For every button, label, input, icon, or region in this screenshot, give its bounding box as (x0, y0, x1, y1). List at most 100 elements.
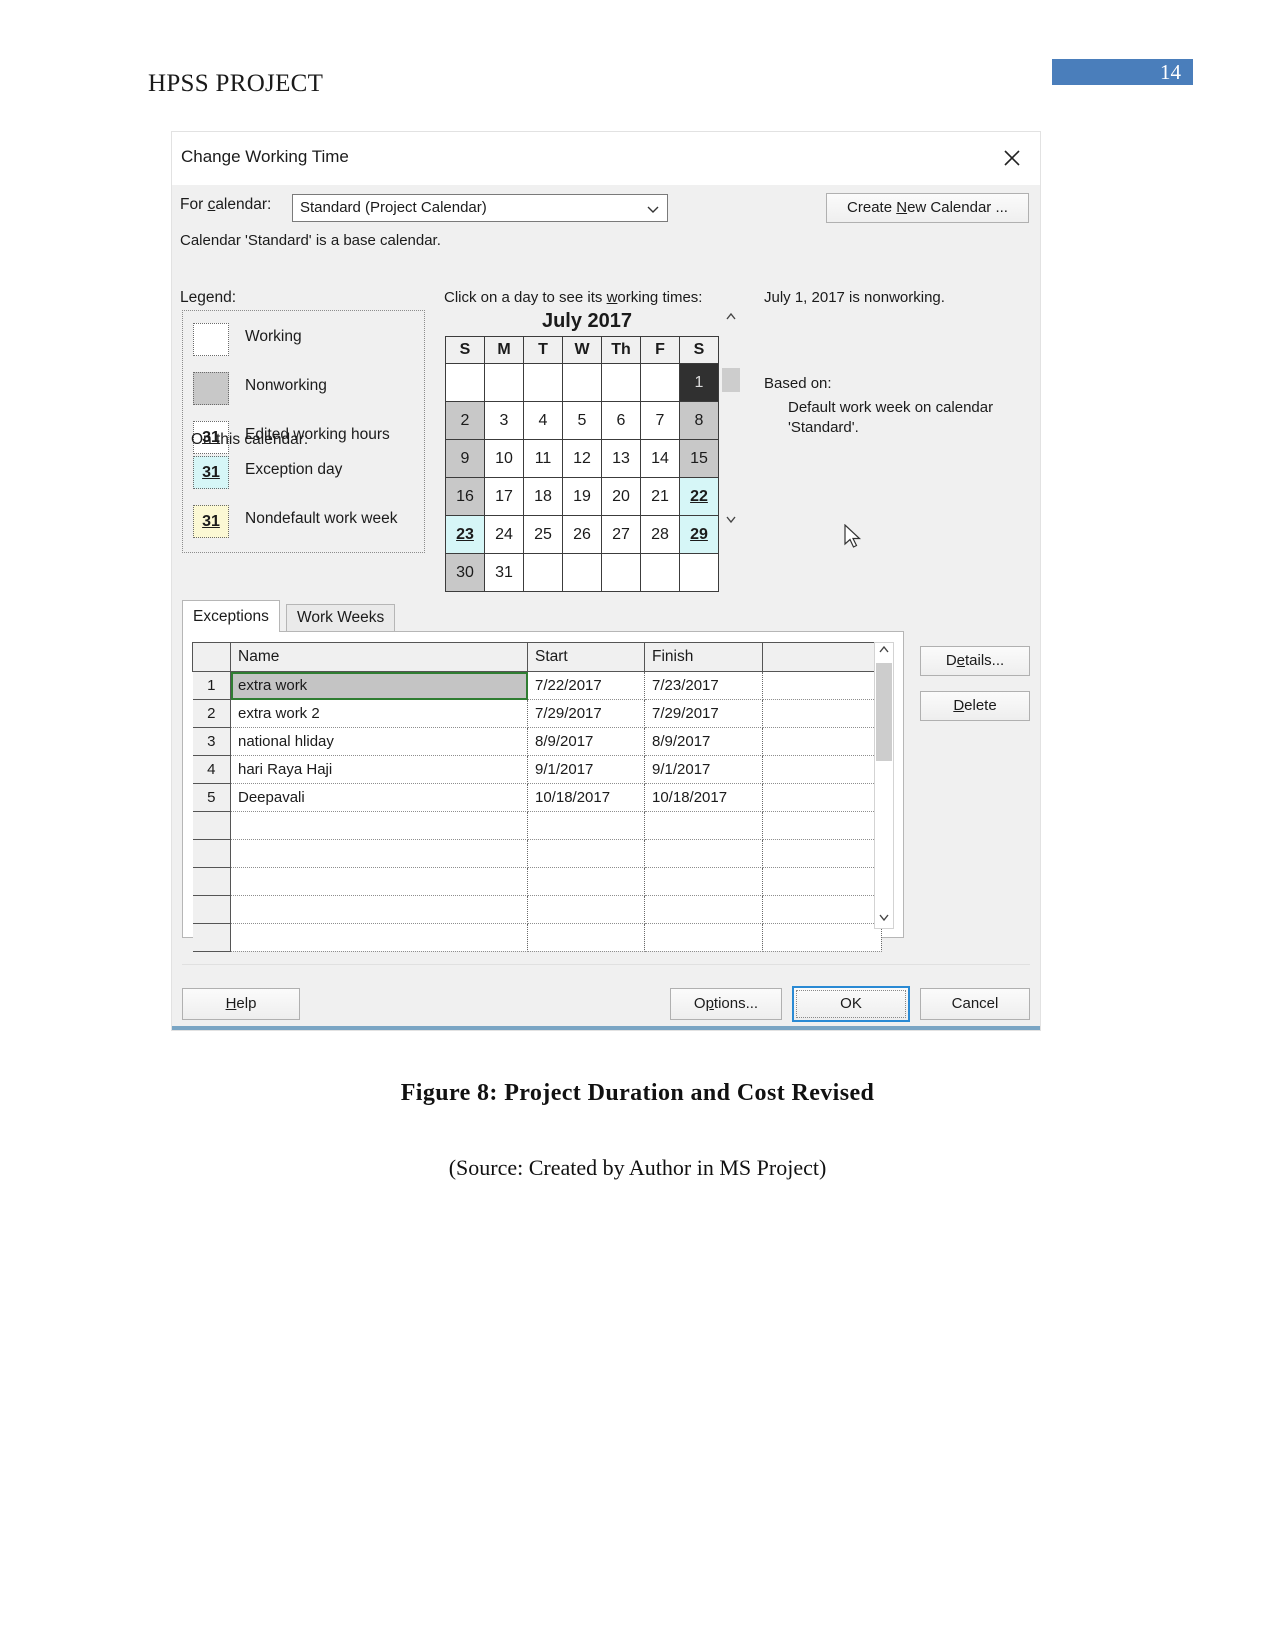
chevron-down-icon[interactable] (720, 512, 742, 532)
name-cell[interactable]: hari Raya Haji (230, 755, 528, 784)
chevron-up-icon[interactable] (875, 643, 893, 661)
row-index-cell[interactable]: 3 (192, 727, 231, 756)
table-row[interactable] (192, 811, 882, 840)
table-row[interactable]: 4 hari Raya Haji 9/1/2017 9/1/2017 (192, 755, 882, 784)
pad-cell[interactable] (762, 923, 882, 952)
calendar-day-7[interactable]: 7 (640, 401, 680, 440)
details-button[interactable]: Details... (920, 646, 1030, 676)
name-cell[interactable] (230, 895, 528, 924)
calendar-grid[interactable]: S M T W Th F S 1 2 3 4 5 6 7 8 9 10 11 12 13 14 15 16 17 18 19 20… (445, 336, 719, 592)
pad-cell[interactable] (762, 671, 882, 700)
calendar-day-10[interactable]: 10 (484, 439, 524, 478)
calendar-day-11[interactable]: 11 (523, 439, 563, 478)
calendar-day-25[interactable]: 25 (523, 515, 563, 554)
calendar-day-8[interactable]: 8 (679, 401, 719, 440)
calendar-day-24[interactable]: 24 (484, 515, 524, 554)
calendar-day-20[interactable]: 20 (601, 477, 641, 516)
row-index-cell[interactable]: 5 (192, 783, 231, 812)
calendar-day-13[interactable]: 13 (601, 439, 641, 478)
pad-cell[interactable] (762, 895, 882, 924)
cancel-button[interactable]: Cancel (920, 988, 1030, 1020)
table-row[interactable]: 5 Deepavali 10/18/2017 10/18/2017 (192, 783, 882, 812)
name-cell[interactable] (230, 867, 528, 896)
ok-button[interactable]: OK (792, 986, 910, 1022)
calendar-day-17[interactable]: 17 (484, 477, 524, 516)
calendar-day-4[interactable]: 4 (523, 401, 563, 440)
help-button[interactable]: Help (182, 988, 300, 1020)
name-cell[interactable]: extra work 2 (230, 699, 528, 728)
pad-cell[interactable] (762, 727, 882, 756)
calendar-day-6[interactable]: 6 (601, 401, 641, 440)
pad-cell[interactable] (762, 811, 882, 840)
row-index-cell[interactable] (192, 923, 231, 952)
table-row[interactable] (192, 867, 882, 896)
pad-cell[interactable] (762, 699, 882, 728)
start-cell[interactable]: 9/1/2017 (527, 755, 645, 784)
table-row[interactable] (192, 895, 882, 924)
name-cell[interactable]: extra work (230, 671, 528, 700)
pad-cell[interactable] (762, 783, 882, 812)
chevron-down-icon[interactable] (875, 910, 893, 928)
finish-cell[interactable]: 8/9/2017 (644, 727, 763, 756)
row-index-cell[interactable] (192, 895, 231, 924)
row-index-cell[interactable]: 1 (192, 671, 231, 700)
name-cell[interactable]: national hliday (230, 727, 528, 756)
table-row[interactable]: 3 national hliday 8/9/2017 8/9/2017 (192, 727, 882, 756)
finish-cell[interactable]: 7/23/2017 (644, 671, 763, 700)
calendar-day-29[interactable]: 29 (679, 515, 719, 554)
start-cell[interactable] (527, 839, 645, 868)
exceptions-scrollbar-thumb[interactable] (876, 663, 892, 761)
calendar-day-2[interactable]: 2 (445, 401, 485, 440)
pad-cell[interactable] (762, 839, 882, 868)
calendar-scrollbar[interactable] (720, 310, 742, 532)
finish-cell[interactable] (644, 811, 763, 840)
calendar-day-31[interactable]: 31 (484, 553, 524, 592)
finish-cell[interactable]: 7/29/2017 (644, 699, 763, 728)
calendar-day-27[interactable]: 27 (601, 515, 641, 554)
calendar-scrollbar-thumb[interactable] (722, 368, 740, 392)
start-cell[interactable] (527, 923, 645, 952)
row-index-cell[interactable] (192, 811, 231, 840)
start-cell[interactable] (527, 867, 645, 896)
calendar-day-26[interactable]: 26 (562, 515, 602, 554)
close-icon[interactable] (998, 144, 1026, 172)
start-cell[interactable] (527, 811, 645, 840)
table-row[interactable]: 2 extra work 2 7/29/2017 7/29/2017 (192, 699, 882, 728)
name-cell[interactable]: Deepavali (230, 783, 528, 812)
calendar-day-30[interactable]: 30 (445, 553, 485, 592)
calendar-day-16[interactable]: 16 (445, 477, 485, 516)
pad-cell[interactable] (762, 755, 882, 784)
pad-cell[interactable] (762, 867, 882, 896)
tab-exceptions[interactable]: Exceptions (182, 600, 280, 632)
start-cell[interactable]: 10/18/2017 (527, 783, 645, 812)
calendar-day-28[interactable]: 28 (640, 515, 680, 554)
calendar-day-21[interactable]: 21 (640, 477, 680, 516)
calendar-day-18[interactable]: 18 (523, 477, 563, 516)
row-index-cell[interactable] (192, 867, 231, 896)
calendar-day-3[interactable]: 3 (484, 401, 524, 440)
table-row[interactable] (192, 839, 882, 868)
calendar-day-19[interactable]: 19 (562, 477, 602, 516)
finish-cell[interactable]: 10/18/2017 (644, 783, 763, 812)
start-cell[interactable]: 7/29/2017 (527, 699, 645, 728)
calendar-day-5[interactable]: 5 (562, 401, 602, 440)
row-index-cell[interactable]: 2 (192, 699, 231, 728)
finish-cell[interactable] (644, 867, 763, 896)
table-row[interactable]: 1 extra work 7/22/2017 7/23/2017 (192, 671, 882, 700)
name-cell[interactable] (230, 811, 528, 840)
row-index-cell[interactable]: 4 (192, 755, 231, 784)
calendar-day-1[interactable]: 1 (679, 363, 719, 402)
name-cell[interactable] (230, 923, 528, 952)
start-cell[interactable]: 7/22/2017 (527, 671, 645, 700)
calendar-day-9[interactable]: 9 (445, 439, 485, 478)
row-index-cell[interactable] (192, 839, 231, 868)
calendar-day-12[interactable]: 12 (562, 439, 602, 478)
calendar-day-22[interactable]: 22 (679, 477, 719, 516)
calendar-select[interactable]: Standard (Project Calendar) (292, 194, 668, 222)
tab-work-weeks[interactable]: Work Weeks (286, 604, 396, 632)
table-row[interactable] (192, 923, 882, 952)
calendar-day-14[interactable]: 14 (640, 439, 680, 478)
name-cell[interactable] (230, 839, 528, 868)
finish-cell[interactable] (644, 923, 763, 952)
options-button[interactable]: Options... (670, 988, 782, 1020)
